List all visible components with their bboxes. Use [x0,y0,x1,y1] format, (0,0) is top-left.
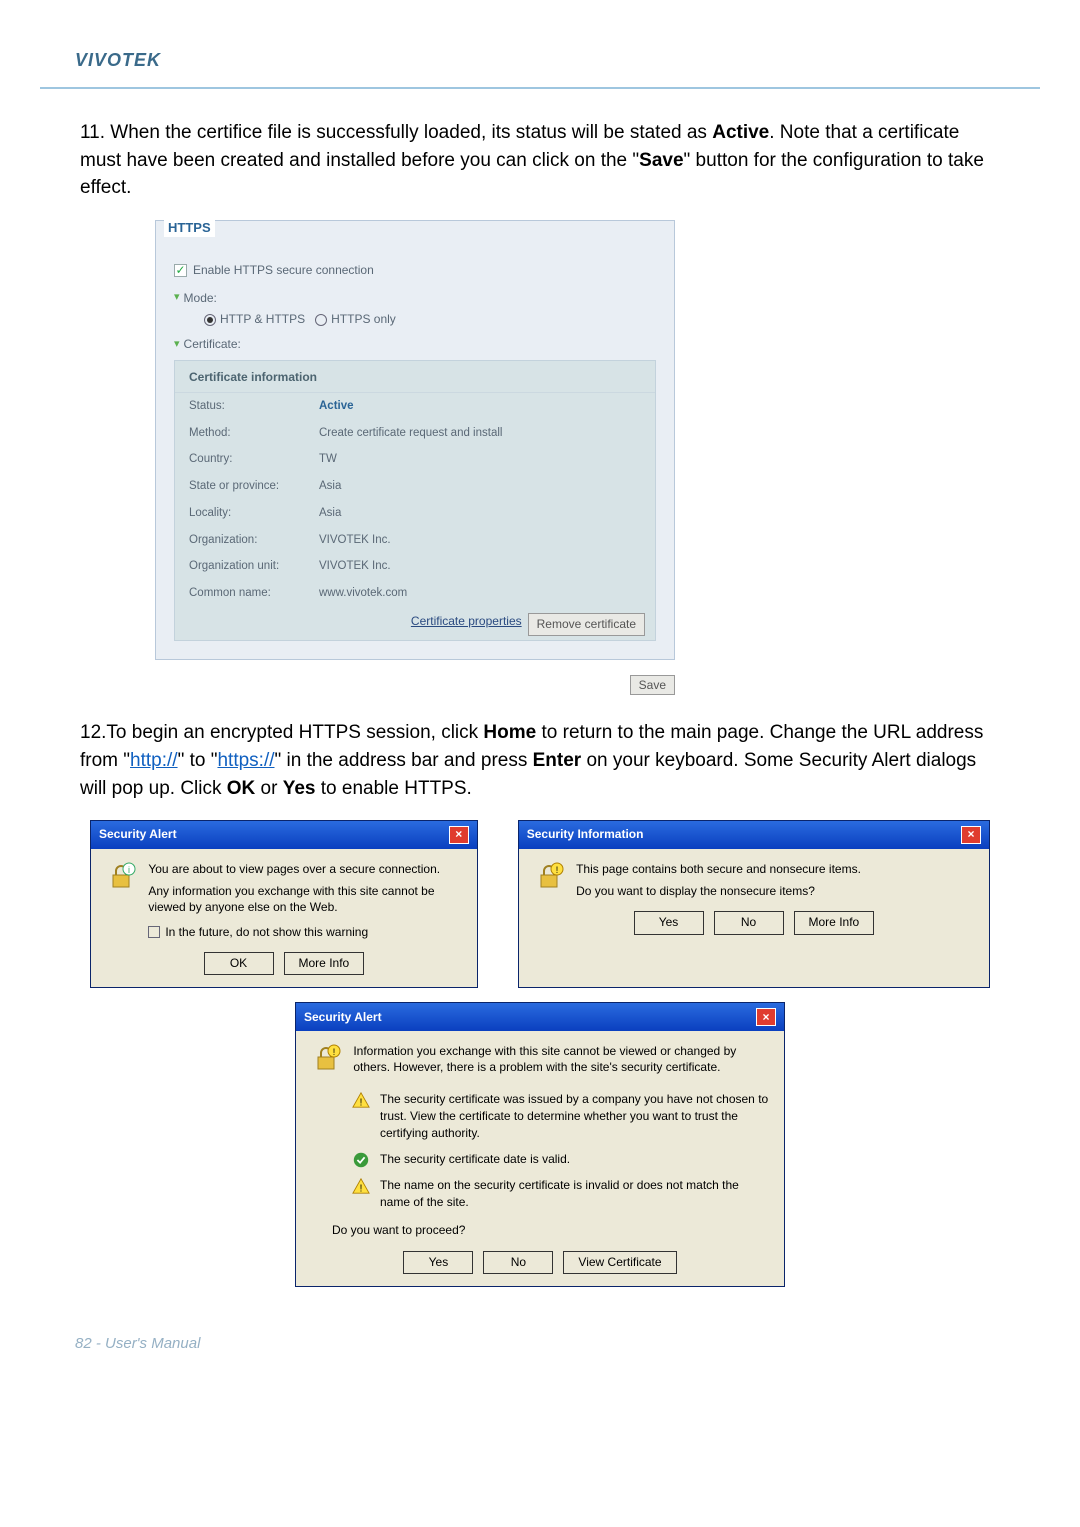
page-footer: 82 - User's Manual [40,1287,1040,1382]
no-button[interactable]: No [483,1251,553,1274]
mode-https-only-radio[interactable] [315,314,327,326]
view-certificate-button[interactable]: View Certificate [563,1251,676,1274]
no-button[interactable]: No [714,911,784,934]
yes-button[interactable]: Yes [403,1251,473,1274]
cert-value: www.vivotek.com [319,585,407,602]
svg-text:!: ! [360,1183,363,1194]
cert-key: Status: [189,398,319,415]
dialog-title: Security Information [527,826,644,843]
cert-row: Common name:www.vivotek.com [175,580,655,607]
divider [40,87,1040,89]
close-icon[interactable]: × [449,826,469,844]
https-link[interactable]: https:// [217,750,274,771]
http-link[interactable]: http:// [130,750,178,771]
security-information-dialog: Security Information × ! This page contai… [518,820,990,988]
warning-text: The security certificate was issued by a… [380,1091,770,1143]
more-info-button[interactable]: More Info [284,952,365,975]
cert-value: Asia [319,478,341,495]
warning-text: The name on the security certificate is … [380,1177,770,1212]
svg-text:!: ! [555,865,558,875]
https-panel: HTTPS ✓ Enable HTTPS secure connection ▾… [155,220,675,660]
proceed-question: Do you want to proceed? [332,1222,770,1239]
cert-row: Status:Active [175,393,655,420]
checkmark-icon [352,1151,370,1169]
cert-value: Create certificate request and install [319,425,502,442]
cert-key: Common name: [189,585,319,602]
dialog-text: You are about to view pages over a secur… [148,861,458,877]
expand-icon[interactable]: ▾ [174,337,180,353]
cert-key: State or province: [189,478,319,495]
yes-button[interactable]: Yes [634,911,704,934]
cert-row: Organization unit:VIVOTEK Inc. [175,553,655,580]
ok-button[interactable]: OK [204,952,274,975]
https-legend: HTTPS [164,219,215,238]
cert-key: Method: [189,425,319,442]
step-12-text: 12.To begin an encrypted HTTPS session, … [80,719,1000,802]
cert-key: Organization unit: [189,558,319,575]
brand-label: VIVOTEK [75,50,1005,71]
suppress-warning-checkbox[interactable] [148,926,160,938]
dialog-text: This page contains both secure and nonse… [576,861,970,877]
close-icon[interactable]: × [756,1008,776,1026]
dialog-title: Security Alert [304,1009,382,1026]
warning-icon: ! [352,1177,370,1195]
cert-row: Country:TW [175,446,655,473]
cert-key: Locality: [189,505,319,522]
mode-https-only-label: HTTPS only [331,311,396,328]
valid-text: The security certificate date is valid. [380,1151,570,1168]
svg-text:i: i [128,865,130,875]
dialog-intro: Information you exchange with this site … [353,1043,765,1075]
cert-value: Asia [319,505,341,522]
cert-value: VIVOTEK Inc. [319,558,391,575]
cert-value: TW [319,451,337,468]
mode-http-https-label: HTTP & HTTPS [220,311,305,328]
security-alert-dialog-2: Security Alert × ! Information you exchan… [295,1002,785,1287]
enable-https-label: Enable HTTPS secure connection [193,262,374,279]
more-info-button[interactable]: More Info [794,911,875,934]
mode-label: Mode: [184,290,217,307]
cert-row: Organization:VIVOTEK Inc. [175,527,655,554]
dialog-text: Any information you exchange with this s… [148,883,458,915]
certificate-table: Certificate information Status:ActiveMet… [174,360,656,641]
cert-row: Method:Create certificate request and in… [175,420,655,447]
cert-value: Active [319,398,354,415]
lock-warning-icon: ! [310,1043,342,1080]
dialog-text: Do you want to display the nonsecure ite… [576,883,970,899]
lock-info-icon: i [105,861,137,898]
cert-row: State or province:Asia [175,473,655,500]
cert-key: Organization: [189,532,319,549]
remove-cert-button[interactable]: Remove certificate [528,613,645,636]
svg-text:!: ! [333,1047,336,1057]
lock-warning-icon: ! [533,861,565,898]
cert-info-header: Certificate information [175,363,655,393]
cert-key: Country: [189,451,319,468]
mode-http-https-radio[interactable] [204,314,216,326]
cert-row: Locality:Asia [175,500,655,527]
enable-https-checkbox[interactable]: ✓ [174,264,187,277]
suppress-warning-label: In the future, do not show this warning [165,925,368,939]
close-icon[interactable]: × [961,826,981,844]
dialog-title: Security Alert [99,826,177,843]
warning-icon: ! [352,1091,370,1109]
svg-text:!: ! [360,1097,363,1108]
cert-properties-link[interactable]: Certificate properties [411,613,522,636]
cert-value: VIVOTEK Inc. [319,532,391,549]
step-11-text: 11. When the certifice file is successfu… [80,119,1000,202]
certificate-label: Certificate: [184,336,241,353]
save-button[interactable]: Save [630,675,675,695]
security-alert-dialog-1: Security Alert × i You are about to view … [90,820,478,988]
expand-icon[interactable]: ▾ [174,290,180,306]
